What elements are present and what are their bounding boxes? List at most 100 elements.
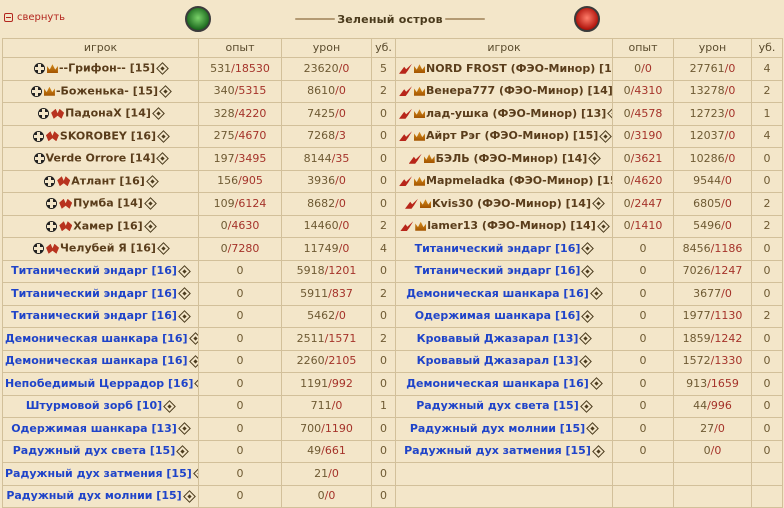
fighter-name[interactable]: Одержимая шанкара [16] bbox=[415, 309, 581, 322]
fighter-name[interactable]: Пумба [14] bbox=[73, 197, 143, 210]
info-icon[interactable] bbox=[177, 422, 191, 436]
fighter-name[interactable]: Демоническая шанкара [16] bbox=[406, 377, 589, 390]
fighter-name[interactable]: Демоническая шанкара [16] bbox=[406, 287, 589, 300]
info-icon[interactable] bbox=[178, 264, 191, 278]
info-icon[interactable] bbox=[581, 264, 595, 278]
damage-cell: 1859/1242 bbox=[673, 327, 752, 351]
fighter-name[interactable]: Айрт Рэг (ФЭО-Минор) [15] bbox=[426, 129, 598, 142]
fighter-name[interactable]: Титанический эндарг [16] bbox=[415, 242, 581, 255]
table-row: Демоническая шанкара [16] 0 2260/2105 0 … bbox=[2, 349, 783, 373]
fighter-name[interactable]: -Боженька- [15] bbox=[56, 84, 158, 97]
info-icon[interactable] bbox=[159, 84, 172, 98]
info-icon[interactable] bbox=[145, 174, 159, 188]
clan-cross-icon bbox=[46, 198, 58, 210]
info-icon[interactable] bbox=[579, 354, 593, 368]
fighter-name[interactable]: Одержимая шанкара [13] bbox=[11, 422, 177, 435]
value-part: /996 bbox=[707, 399, 732, 413]
info-icon[interactable] bbox=[589, 287, 603, 301]
kills-cell: 0 bbox=[751, 439, 783, 463]
fighter-name[interactable]: Титанический эндарг [16] bbox=[11, 264, 177, 277]
info-icon[interactable] bbox=[188, 332, 198, 346]
fighter-name[interactable]: Непобедимый Церрадор [16] bbox=[5, 377, 193, 390]
fighter-name[interactable]: Челубей Я [16] bbox=[60, 242, 156, 255]
info-icon[interactable] bbox=[194, 377, 198, 391]
value-part: 1977 bbox=[682, 309, 711, 323]
experience-cell: 0 bbox=[198, 462, 282, 486]
fighter-name[interactable]: NORD FROST (ФЭО-Минор) [12] bbox=[426, 62, 612, 75]
fighter-name[interactable]: Радужный дух молнии [15] bbox=[6, 489, 181, 502]
info-icon[interactable] bbox=[581, 309, 595, 323]
fighter-name[interactable]: lamer13 (ФЭО-Минор) [14] bbox=[427, 219, 596, 232]
damage-cell: 6805/0 bbox=[673, 192, 752, 216]
table-header-row: игрок опыт урон уб. игрок опыт урон уб. bbox=[2, 38, 783, 58]
info-icon[interactable] bbox=[157, 129, 170, 143]
info-icon[interactable] bbox=[607, 107, 612, 121]
info-icon[interactable] bbox=[192, 467, 198, 481]
info-icon[interactable] bbox=[596, 219, 610, 233]
info-icon[interactable] bbox=[592, 197, 605, 211]
fighter-name[interactable]: Радужный дух света [15] bbox=[416, 399, 578, 412]
info-icon[interactable] bbox=[188, 354, 198, 368]
fighter-name[interactable]: Mapmeladka (ФЭО-Минор) [15] bbox=[426, 174, 612, 187]
fighter-name[interactable]: Титанический эндарг [16] bbox=[11, 287, 177, 300]
info-icon[interactable] bbox=[178, 309, 191, 323]
fighter-name[interactable]: Радужный дух света [15] bbox=[13, 444, 175, 457]
fighter-name[interactable]: Радужный дух затмения [15] bbox=[404, 444, 591, 457]
info-icon[interactable] bbox=[182, 489, 196, 503]
info-icon[interactable] bbox=[586, 422, 600, 436]
fighter-name[interactable]: Штурмовой зорб [10] bbox=[26, 399, 162, 412]
info-icon[interactable] bbox=[592, 444, 605, 458]
crown-rank-icon bbox=[46, 64, 58, 74]
phoenix-clan-icon bbox=[399, 108, 412, 119]
damage-cell: 700/1190 bbox=[281, 417, 372, 441]
value-part: /905 bbox=[238, 174, 263, 188]
info-icon[interactable] bbox=[157, 242, 170, 256]
fighter-name[interactable]: лад-ушка (ФЭО-Минор) [13] bbox=[426, 107, 606, 120]
info-icon[interactable] bbox=[163, 399, 177, 413]
fighter-name[interactable]: Венера777 (ФЭО-Минор) [14] bbox=[426, 84, 612, 97]
experience-cell: 0 bbox=[198, 394, 282, 418]
info-icon[interactable] bbox=[152, 107, 165, 121]
info-icon[interactable] bbox=[599, 129, 612, 143]
value-part: /0 bbox=[724, 61, 736, 75]
info-icon[interactable] bbox=[156, 152, 170, 166]
info-icon[interactable] bbox=[143, 197, 157, 211]
empty-cell bbox=[751, 484, 783, 508]
fighter-name[interactable]: Демоническая шанкара [16] bbox=[5, 332, 188, 345]
experience-cell: 0 bbox=[198, 282, 282, 306]
value-part: /7280 bbox=[227, 241, 260, 255]
fighter-name[interactable]: Атлант [16] bbox=[71, 174, 145, 187]
kills-cell: 0 bbox=[371, 484, 396, 508]
fighter-name[interactable]: Verde Orrore [14] bbox=[46, 152, 156, 165]
collapse-link[interactable]: свернуть bbox=[4, 12, 65, 23]
info-icon[interactable] bbox=[581, 242, 595, 256]
info-icon[interactable] bbox=[579, 332, 593, 346]
value-part: 5462 bbox=[307, 309, 336, 323]
fighter-name[interactable]: Кровавый Джазарал [13] bbox=[417, 354, 579, 367]
fighter-name[interactable]: Радужный дух молнии [15] bbox=[410, 422, 585, 435]
value-part: /0 bbox=[335, 106, 346, 120]
value-part: /0 bbox=[331, 399, 343, 413]
fighter-name[interactable]: Титанический эндарг [16] bbox=[11, 309, 177, 322]
fighter-name[interactable]: Титанический эндарг [16] bbox=[415, 264, 581, 277]
info-icon[interactable] bbox=[588, 152, 602, 166]
value-part: /0 bbox=[721, 219, 732, 233]
table-row: Хамер [16] 0/4630 14460/0 2 lamer13 (ФЭО… bbox=[2, 214, 783, 238]
fighter-name[interactable]: Радужный дух затмения [15] bbox=[5, 467, 192, 480]
fighter-name[interactable]: Kvis30 (ФЭО-Минор) [14] bbox=[432, 197, 591, 210]
fighter-name[interactable]: Кровавый Джазарал [13] bbox=[417, 332, 579, 345]
info-icon[interactable] bbox=[589, 377, 603, 391]
fighter-name[interactable]: ПадонаХ [14] bbox=[65, 107, 151, 120]
damage-cell: 27/0 bbox=[673, 417, 752, 441]
fighter-name[interactable]: --Грифон-- [15] bbox=[59, 62, 155, 75]
fighter-name[interactable]: SKOROBEY [16] bbox=[60, 129, 156, 142]
fighter-name[interactable]: Хамер [16] bbox=[73, 219, 142, 232]
fighter-name[interactable]: Демоническая шанкара [16] bbox=[5, 354, 188, 367]
info-icon[interactable] bbox=[178, 287, 191, 301]
table-row: Verde Orrore [14] 197/3495 8144/35 0 БЭЛ… bbox=[2, 147, 783, 171]
info-icon[interactable] bbox=[176, 444, 190, 458]
info-icon[interactable] bbox=[579, 399, 593, 413]
info-icon[interactable] bbox=[156, 62, 169, 76]
info-icon[interactable] bbox=[143, 219, 157, 233]
fighter-name[interactable]: БЭЛЬ (ФЭО-Минор) [14] bbox=[436, 152, 588, 165]
